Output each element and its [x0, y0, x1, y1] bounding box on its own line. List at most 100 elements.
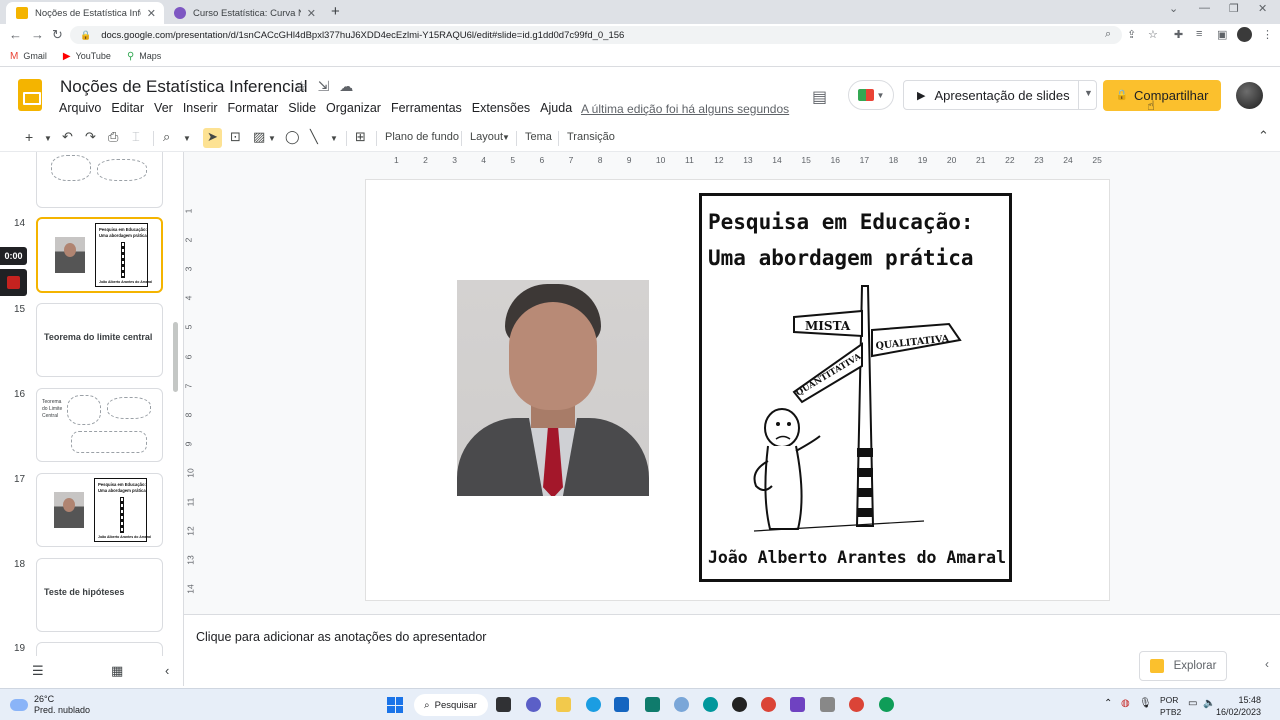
- store-icon[interactable]: [614, 697, 629, 712]
- image-caret-icon[interactable]: ▼: [268, 134, 276, 143]
- menu-arquivo[interactable]: Arquivo: [59, 101, 101, 115]
- menu-formatar[interactable]: Formatar: [228, 101, 279, 115]
- share-page-icon[interactable]: ⇪: [1127, 28, 1136, 41]
- restore-icon[interactable]: ❐: [1229, 2, 1239, 15]
- zoom-caret-icon[interactable]: ▼: [183, 134, 191, 143]
- slide-thumbnail-17[interactable]: Pesquisa em Educação: Uma abordagem prát…: [36, 473, 163, 547]
- background-button[interactable]: Plano de fundo: [385, 131, 459, 143]
- print-icon[interactable]: ⎙: [108, 129, 118, 145]
- close-tab-icon[interactable]: ✕: [147, 7, 156, 20]
- microphone-icon[interactable]: 🎙: [1139, 698, 1152, 709]
- slides-logo-icon[interactable]: [18, 79, 42, 111]
- new-tab-icon[interactable]: +: [331, 3, 340, 20]
- weather-widget[interactable]: 26°C Pred. nublado: [10, 694, 90, 716]
- author-photo[interactable]: [457, 280, 649, 496]
- menu-inserir[interactable]: Inserir: [183, 101, 218, 115]
- expand-side-panel-icon[interactable]: ‹: [1265, 657, 1269, 671]
- present-options-caret-icon[interactable]: ▼: [1084, 88, 1093, 98]
- edge-icon[interactable]: [586, 697, 601, 712]
- last-edit-link[interactable]: A última edição foi há alguns segundos: [581, 102, 789, 116]
- slide-thumbnail-15[interactable]: Teorema do limite central: [36, 303, 163, 377]
- explore-button[interactable]: Explorar: [1139, 651, 1227, 681]
- task-view-icon[interactable]: [496, 697, 511, 712]
- filmstrip-view-icon[interactable]: ☰: [32, 663, 44, 679]
- slide-thumbnail-16[interactable]: Teorema do Limite Central: [36, 388, 163, 462]
- collapse-toolbar-icon[interactable]: ⌃: [1258, 128, 1269, 144]
- settings-gear-icon[interactable]: [790, 697, 805, 712]
- reload-icon[interactable]: ↻: [52, 27, 63, 43]
- extensions-icon[interactable]: ✚: [1174, 28, 1183, 41]
- move-folder-icon[interactable]: ⇲: [318, 78, 330, 95]
- tab-slides-doc[interactable]: Noções de Estatística Inferencial ✕: [6, 2, 164, 24]
- slide-thumbnail-18[interactable]: Teste de hipóteses: [36, 558, 163, 632]
- slide-thumbnail-13[interactable]: [36, 152, 163, 208]
- layout-button[interactable]: Layout: [470, 131, 503, 143]
- url-field[interactable]: 🔒 docs.google.com/presentation/d/1snCACc…: [70, 26, 1122, 44]
- shape-icon[interactable]: ◯: [285, 129, 300, 145]
- menu-ajuda[interactable]: Ajuda: [540, 101, 572, 115]
- speaker-notes-panel[interactable]: Clique para adicionar as anotações do ap…: [184, 614, 1280, 686]
- chat-icon[interactable]: [526, 697, 541, 712]
- present-button[interactable]: ▶ Apresentação de slides ▼: [903, 80, 1097, 110]
- filmstrip-scrollbar[interactable]: [173, 322, 178, 392]
- collapse-panel-icon[interactable]: ‹: [165, 663, 169, 678]
- chrome-profile-icon[interactable]: [849, 697, 864, 712]
- redo-icon[interactable]: ↷: [85, 129, 96, 145]
- volume-icon[interactable]: 🔈: [1203, 698, 1215, 709]
- account-avatar[interactable]: [1236, 82, 1263, 109]
- add-comment-icon[interactable]: ⊞: [355, 129, 366, 145]
- slide-thumbnail-14[interactable]: Pesquisa em Educação: Uma abordagem prát…: [36, 217, 163, 293]
- paint-format-icon[interactable]: ⌶: [132, 129, 140, 145]
- network-warning-icon[interactable]: ◍: [1121, 698, 1130, 709]
- document-title[interactable]: Noções de Estatística Inferencial: [60, 77, 308, 97]
- close-tab-icon[interactable]: ✕: [307, 7, 316, 20]
- transition-button[interactable]: Transição: [567, 131, 615, 143]
- file-explorer-icon[interactable]: [556, 697, 571, 712]
- taskbar-search[interactable]: ⌕ Pesquisar: [414, 694, 488, 716]
- minimize-icon[interactable]: —: [1199, 2, 1210, 14]
- text-box-icon[interactable]: ⊡: [230, 129, 241, 145]
- dell-icon[interactable]: [732, 697, 747, 712]
- zoom-icon[interactable]: ⌕: [163, 129, 170, 145]
- select-cursor-icon[interactable]: ➤: [207, 129, 218, 145]
- speaker-notes-placeholder[interactable]: Clique para adicionar as anotações do ap…: [196, 630, 486, 644]
- meet-button[interactable]: ▼: [848, 80, 894, 110]
- display-icon[interactable]: ▭: [1188, 698, 1197, 709]
- system-clock[interactable]: 15:48 16/02/2023: [1216, 694, 1261, 718]
- arduino-icon[interactable]: [703, 697, 718, 712]
- media-icon[interactable]: ≡: [1196, 28, 1202, 40]
- tab-curva-normal[interactable]: Curso Estatística: Curva Normal ✕: [164, 2, 324, 24]
- bookmark-youtube[interactable]: ▶ YouTube: [63, 51, 111, 62]
- menu-organizar[interactable]: Organizar: [326, 101, 381, 115]
- stop-recording-button[interactable]: [0, 269, 27, 296]
- star-icon[interactable]: ☆: [295, 78, 308, 95]
- browser-profile-avatar[interactable]: [1237, 27, 1252, 42]
- bookmark-star-icon[interactable]: ☆: [1148, 28, 1158, 41]
- bookmark-maps[interactable]: ⚲ Maps: [127, 51, 161, 62]
- menu-ver[interactable]: Ver: [154, 101, 173, 115]
- browser-menu-icon[interactable]: ⋮: [1262, 28, 1273, 41]
- language-indicator[interactable]: POR PTB2: [1160, 694, 1181, 718]
- share-button[interactable]: 🔒 Compartilhar: [1103, 80, 1221, 111]
- line-icon[interactable]: ╲: [310, 129, 318, 145]
- tablet-icon[interactable]: [820, 697, 835, 712]
- comments-icon[interactable]: ▤: [812, 87, 827, 107]
- undo-icon[interactable]: ↶: [62, 129, 73, 145]
- new-slide-caret-icon[interactable]: ▼: [44, 134, 52, 143]
- back-icon[interactable]: ←: [9, 27, 22, 42]
- windows-start-icon[interactable]: [387, 697, 403, 713]
- theme-button[interactable]: Tema: [525, 131, 552, 143]
- grid-view-icon[interactable]: ▦: [111, 663, 123, 679]
- new-slide-icon[interactable]: +: [25, 129, 33, 145]
- menu-editar[interactable]: Editar: [111, 101, 144, 115]
- bookmark-gmail[interactable]: M Gmail: [10, 51, 47, 62]
- tray-chevron-icon[interactable]: ⌃: [1104, 698, 1112, 709]
- book-cover-image[interactable]: Pesquisa em Educação: Uma abordagem prát…: [699, 193, 1012, 582]
- chevron-down-icon[interactable]: ⌄: [1169, 2, 1178, 15]
- chrome-profile-2-icon[interactable]: [879, 697, 894, 712]
- menu-extensoes[interactable]: Extensões: [472, 101, 530, 115]
- zoom-icon[interactable]: ⌕: [1105, 28, 1111, 41]
- vertical-ruler[interactable]: 1 2 3 4 5 6 7 8 9 10 11 12 13 14: [183, 180, 196, 600]
- menu-ferramentas[interactable]: Ferramentas: [391, 101, 462, 115]
- image-icon[interactable]: ▨: [253, 129, 265, 145]
